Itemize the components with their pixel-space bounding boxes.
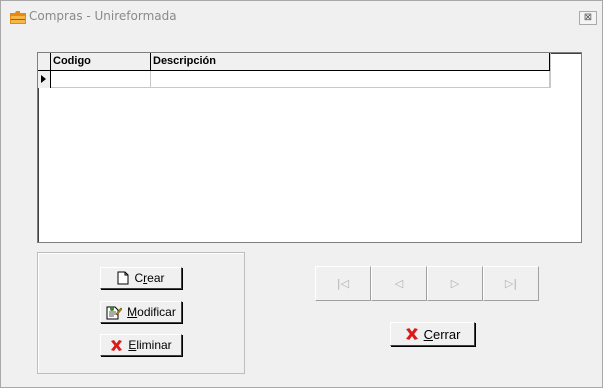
current-row-arrow-icon: [41, 75, 46, 83]
cerrar-button[interactable]: Cerrar: [390, 322, 475, 346]
next-record-button[interactable]: ▷: [427, 266, 483, 301]
modificar-button[interactable]: Modificar: [100, 301, 182, 323]
folder-app-icon: [10, 11, 26, 24]
last-record-button[interactable]: ▷|: [483, 266, 539, 301]
cerrar-label: Cerrar: [423, 326, 461, 342]
previous-record-button[interactable]: ◁: [371, 266, 427, 301]
close-icon: ⊠: [583, 12, 593, 23]
grid-header-indicator: [38, 53, 51, 70]
column-header-codigo-label: Codigo: [53, 55, 91, 67]
new-document-icon: [117, 271, 129, 285]
crear-label: Crear: [134, 271, 165, 285]
eliminar-label: Eliminar: [128, 338, 172, 352]
cell-codigo[interactable]: [51, 71, 151, 87]
record-navigator: |◁ ◁ ▷ ▷|: [315, 266, 539, 301]
first-record-icon: |◁: [336, 277, 350, 290]
window-title: Compras - Unireformada: [29, 9, 177, 23]
first-record-button[interactable]: |◁: [315, 266, 371, 301]
column-header-descripcion[interactable]: Descripción: [151, 53, 550, 70]
close-window-button[interactable]: ⊠: [579, 11, 597, 25]
next-record-icon: ▷: [450, 277, 460, 290]
close-x-icon: [405, 328, 418, 340]
previous-record-icon: ◁: [394, 277, 404, 290]
grid-header: Codigo Descripción: [38, 53, 550, 71]
items-grid[interactable]: Codigo Descripción: [37, 52, 582, 243]
delete-x-icon: [111, 339, 123, 351]
grid-right-divider: [550, 53, 551, 88]
last-record-icon: ▷|: [504, 277, 518, 290]
column-header-codigo[interactable]: Codigo: [51, 53, 151, 70]
edit-document-icon: [106, 306, 123, 319]
row-indicator: [38, 71, 51, 88]
title-bar[interactable]: Compras - Unireformada ⊠: [1, 1, 602, 31]
cell-descripcion[interactable]: [151, 71, 550, 87]
modificar-label: Modificar: [127, 305, 176, 319]
compras-window: Compras - Unireformada ⊠ Codigo Descripc…: [0, 0, 603, 388]
table-row[interactable]: [38, 71, 550, 88]
eliminar-button[interactable]: Eliminar: [100, 334, 182, 356]
column-header-descripcion-label: Descripción: [153, 55, 216, 67]
crear-button[interactable]: Crear: [100, 267, 182, 289]
